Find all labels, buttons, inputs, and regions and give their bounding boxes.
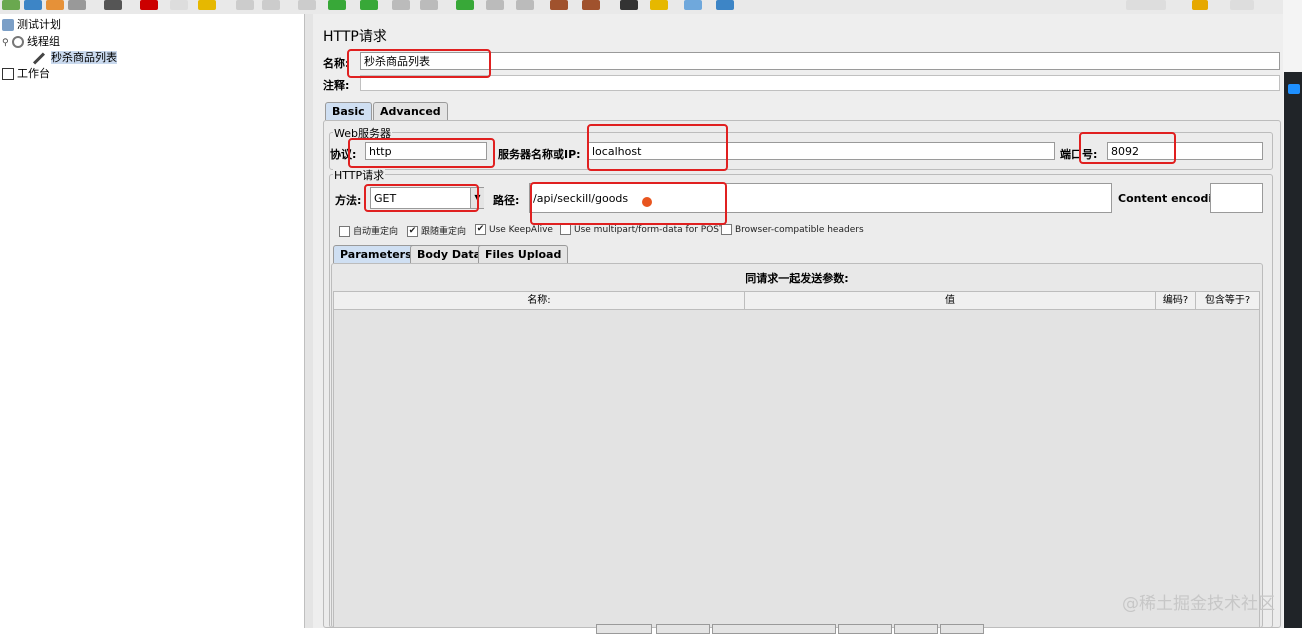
toggle-icon[interactable] [298, 0, 316, 10]
open-icon[interactable] [46, 0, 64, 10]
new-icon[interactable] [2, 0, 20, 10]
expand-icon[interactable] [236, 0, 254, 10]
checkbox-keepalive[interactable]: ✔ Use KeepAlive [475, 224, 553, 235]
paste-icon[interactable] [198, 0, 216, 10]
down-button[interactable] [940, 624, 984, 634]
cut-icon[interactable] [140, 0, 158, 10]
save-icon[interactable] [68, 0, 86, 10]
test-plan-tree: 测试计划 ⚲ 线程组 秒杀商品列表 工作台 [0, 14, 305, 628]
elapsed-time-display [1126, 0, 1166, 10]
toolbar [0, 0, 1302, 15]
side-panel-dark [1284, 72, 1302, 628]
highlight-server [587, 124, 728, 171]
templates-icon[interactable] [24, 0, 42, 10]
help-icon[interactable] [716, 0, 734, 10]
watermark: @稀土掘金技术社区 [1122, 594, 1275, 614]
save-as-icon[interactable] [104, 0, 122, 10]
clear-icon[interactable] [550, 0, 568, 10]
parameters-title: 同请求一起发送参数: [745, 272, 849, 285]
checkbox-label: Use multipart/form-data for POST [574, 225, 725, 235]
thread-count-display [1230, 0, 1254, 10]
content-encoding-field[interactable] [1210, 183, 1263, 213]
column-header-include-equals[interactable]: 包含等于? [1196, 292, 1259, 309]
search-icon[interactable] [620, 0, 638, 10]
name-label: 名称: [323, 57, 350, 70]
column-header-name[interactable]: 名称: [334, 292, 745, 309]
checkbox-auto-redirect[interactable]: 自动重定向 [339, 224, 398, 237]
test-plan-icon [2, 19, 14, 31]
clear-all-icon[interactable] [582, 0, 600, 10]
function-helper-icon[interactable] [684, 0, 702, 10]
checkbox-label: Use KeepAlive [489, 225, 553, 235]
reset-search-icon[interactable] [650, 0, 668, 10]
remote-stop-icon[interactable] [486, 0, 504, 10]
parameters-table: 名称: 值 编码? 包含等于? [333, 291, 1260, 628]
highlight-path [530, 182, 727, 225]
start-no-pause-icon[interactable] [360, 0, 378, 10]
checkbox-icon [721, 224, 732, 235]
column-header-encode[interactable]: 编码? [1156, 292, 1196, 309]
tree-item-thread-group[interactable]: ⚲ 线程组 [2, 34, 60, 50]
tree-item-sampler[interactable]: 秒杀商品列表 [32, 50, 117, 66]
warning-icon [1192, 0, 1208, 10]
highlight-name [347, 49, 491, 78]
comment-field[interactable] [360, 75, 1280, 91]
tree-label-selected: 秒杀商品列表 [51, 51, 117, 64]
checkbox-label: 自动重定向 [353, 227, 399, 237]
delete-button[interactable] [838, 624, 892, 634]
checkbox-label: Browser-compatible headers [735, 225, 864, 235]
start-icon[interactable] [328, 0, 346, 10]
tree-label: 测试计划 [17, 18, 61, 31]
workbench-icon [2, 68, 14, 80]
tab-body-data[interactable]: Body Data [410, 245, 489, 263]
name-field[interactable]: 秒杀商品列表 [360, 52, 1280, 70]
add-button[interactable] [656, 624, 710, 634]
remote-exit-icon[interactable] [516, 0, 534, 10]
remote-start-icon[interactable] [456, 0, 474, 10]
highlight-port [1079, 132, 1176, 164]
checkbox-label: 跟随重定向 [421, 227, 467, 237]
app-icon [1288, 84, 1300, 94]
tab-advanced[interactable]: Advanced [373, 102, 448, 120]
checkbox-icon [560, 224, 571, 235]
detail-button[interactable] [596, 624, 652, 634]
server-label: 服务器名称或IP: [498, 148, 581, 161]
tree-item-workbench[interactable]: 工作台 [2, 66, 50, 82]
http-request-legend: HTTP请求 [333, 167, 386, 183]
gear-icon [12, 36, 24, 48]
checkbox-follow-redirect[interactable]: ✔ 跟随重定向 [407, 224, 466, 237]
checkbox-browser-headers[interactable]: Browser-compatible headers [721, 224, 864, 235]
method-label: 方法: [335, 194, 362, 207]
up-button[interactable] [894, 624, 938, 634]
expand-toggle-icon[interactable]: ⚲ [2, 35, 12, 51]
copy-icon[interactable] [170, 0, 188, 10]
tab-files-upload[interactable]: Files Upload [478, 245, 569, 263]
tab-basic[interactable]: Basic [325, 102, 372, 120]
pipette-icon [32, 51, 46, 65]
path-label: 路径: [493, 194, 520, 207]
comment-label: 注释: [323, 79, 350, 92]
tree-label: 工作台 [17, 67, 50, 80]
page-title: HTTP请求 [323, 29, 387, 45]
checkmark-icon: ✔ [475, 224, 486, 235]
highlight-method [364, 184, 479, 212]
highlight-protocol [348, 138, 495, 168]
collapse-icon[interactable] [262, 0, 280, 10]
tab-parameters[interactable]: Parameters [333, 245, 419, 263]
tree-item-test-plan[interactable]: 测试计划 [2, 17, 61, 33]
column-header-value[interactable]: 值 [745, 292, 1156, 309]
checkmark-icon: ✔ [407, 226, 418, 237]
shutdown-icon[interactable] [420, 0, 438, 10]
checkbox-multipart[interactable]: Use multipart/form-data for POST [560, 224, 725, 235]
checkbox-icon [339, 226, 350, 237]
stop-icon[interactable] [392, 0, 410, 10]
add-from-clipboard-button[interactable] [712, 624, 836, 634]
http-request-panel: HTTP请求 名称: 秒杀商品列表 注释: Basic Advanced Web… [313, 14, 1283, 634]
table-header: 名称: 值 编码? 包含等于? [334, 292, 1259, 310]
tree-label: 线程组 [27, 35, 60, 48]
